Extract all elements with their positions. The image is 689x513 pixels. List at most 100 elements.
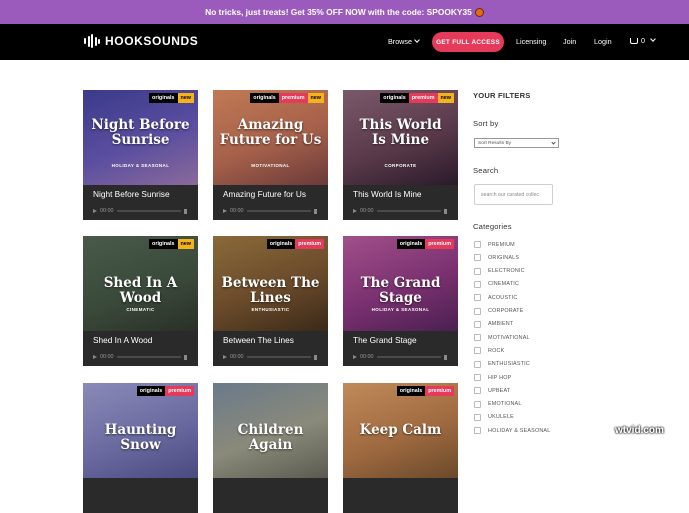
category-checkbox[interactable]: HOLIDAY & SEASONAL — [474, 427, 550, 435]
checkbox-icon[interactable] — [474, 294, 481, 302]
time-display: 00:00 — [360, 354, 374, 360]
track-artwork[interactable]: originals premium Between The Lines ENTHUSI… — [213, 236, 328, 331]
category-checkbox[interactable]: ROCK — [474, 347, 504, 355]
category-checkbox[interactable]: ENTHUSIASTIC — [474, 360, 530, 368]
checkbox-icon[interactable] — [474, 334, 481, 342]
play-icon[interactable] — [93, 355, 97, 359]
track-card[interactable]: originals premium Keep Calm — [343, 383, 458, 513]
play-icon[interactable] — [353, 209, 357, 213]
checkbox-icon[interactable] — [474, 387, 481, 395]
volume-icon[interactable] — [444, 208, 447, 214]
category-label: HIP HOP — [488, 374, 512, 381]
progress-bar[interactable] — [246, 356, 311, 358]
artwork-title: Between The Lines — [221, 275, 320, 306]
category-checkbox[interactable]: CORPORATE — [474, 307, 524, 315]
track-card[interactable]: originals premium Between The Lines ENTHUSI… — [213, 236, 328, 366]
play-icon[interactable] — [93, 209, 97, 213]
progress-bar[interactable] — [116, 210, 181, 212]
volume-icon[interactable] — [184, 354, 187, 360]
audio-player: 00:00 — [353, 207, 447, 215]
play-icon[interactable] — [223, 355, 227, 359]
track-artwork[interactable]: originals premium new Amazing Future for Us… — [213, 90, 328, 185]
get-full-access-button[interactable]: GET FULL ACCESS — [432, 32, 504, 52]
play-icon[interactable] — [223, 209, 227, 213]
progress-bar[interactable] — [116, 356, 181, 358]
track-name[interactable]: This World Is Mine — [353, 189, 422, 199]
checkbox-icon[interactable] — [474, 427, 481, 435]
track-artwork[interactable]: originals premium Haunting Snow — [83, 383, 198, 478]
checkbox-icon[interactable] — [474, 280, 481, 288]
logo[interactable]: HOOKSOUNDS — [84, 34, 198, 48]
category-checkbox[interactable]: CINEMATIC — [474, 280, 519, 288]
checkbox-icon[interactable] — [474, 267, 481, 275]
time-display: 00:00 — [360, 208, 374, 214]
track-name[interactable]: Amazing Future for Us — [223, 189, 306, 199]
checkbox-icon[interactable] — [474, 400, 481, 408]
category-checkbox[interactable]: EMOTIONAL — [474, 400, 522, 408]
artwork-genre: CINEMATIC — [126, 307, 155, 312]
track-card[interactable]: originals premium The Grand Stage HOLIDAY &… — [343, 236, 458, 366]
checkbox-icon[interactable] — [474, 374, 481, 381]
track-artwork[interactable]: originals premium The Grand Stage HOLIDAY &… — [343, 236, 458, 331]
artwork-genre: HOLIDAY & SEASONAL — [111, 163, 170, 168]
track-card[interactable]: originals premium new This World Is Mine COR… — [343, 90, 458, 220]
volume-icon[interactable] — [184, 208, 187, 214]
join-link[interactable]: Join — [563, 37, 576, 46]
category-checkbox[interactable]: ELECTRONIC — [474, 267, 525, 275]
track-artwork[interactable]: originals premium Keep Calm — [343, 383, 458, 478]
progress-bar[interactable] — [376, 210, 441, 212]
category-checkbox[interactable]: ACOUSTIC — [474, 294, 517, 302]
originals-badge: originals — [266, 239, 296, 249]
track-card[interactable]: originals premium new Amazing Future for Us… — [213, 90, 328, 220]
track-card[interactable]: originals new Shed In A Wood CINEMATIC Shed … — [83, 236, 198, 366]
category-checkbox[interactable]: ORIGINALS — [474, 254, 519, 262]
search-input[interactable]: search our curated collec — [474, 184, 553, 205]
category-checkbox[interactable]: HIP HOP — [474, 374, 511, 381]
checkbox-icon[interactable] — [474, 320, 481, 328]
category-checkbox[interactable]: AMBIENT — [474, 320, 513, 328]
premium-badge: premium — [408, 93, 438, 103]
login-link[interactable]: Login — [594, 37, 612, 46]
checkbox-icon[interactable] — [474, 413, 481, 421]
category-checkbox[interactable]: MOTIVATIONAL — [474, 334, 530, 342]
track-card[interactable]: originals premium Haunting Snow — [83, 383, 198, 513]
category-label: UKULELE — [488, 414, 514, 421]
progress-bar[interactable] — [246, 210, 311, 212]
track-artwork[interactable]: Children Again — [213, 383, 328, 478]
category-checkbox[interactable]: UPBEAT — [474, 387, 510, 395]
progress-bar[interactable] — [376, 356, 441, 358]
checkbox-icon[interactable] — [474, 360, 481, 368]
track-card[interactable]: Children Again — [213, 383, 328, 513]
sort-label: Sort by — [473, 119, 499, 128]
category-checkbox[interactable]: UKULELE — [474, 413, 514, 421]
checkbox-icon[interactable] — [474, 241, 481, 248]
track-name[interactable]: Shed In A Wood — [93, 335, 152, 345]
browse-label: Browse — [388, 37, 412, 46]
checkbox-icon[interactable] — [474, 254, 481, 262]
checkbox-icon[interactable] — [474, 347, 481, 355]
time-display: 00:00 — [230, 208, 244, 214]
track-card[interactable]: originals new Night Before Sunrise HOLIDAY … — [83, 90, 198, 220]
track-name[interactable]: The Grand Stage — [353, 335, 417, 345]
play-icon[interactable] — [353, 355, 357, 359]
browse-menu[interactable]: Browse — [388, 37, 420, 46]
track-name[interactable]: Between The Lines — [223, 335, 294, 345]
volume-icon[interactable] — [314, 354, 317, 360]
volume-icon[interactable] — [444, 354, 447, 360]
jack-o-lantern-icon — [474, 7, 484, 17]
originals-badge: originals — [136, 386, 166, 396]
checkbox-icon[interactable] — [474, 307, 481, 315]
track-artwork[interactable]: originals new Shed In A Wood CINEMATIC — [83, 236, 198, 331]
cart-button[interactable]: 0 — [630, 35, 656, 45]
track-artwork[interactable]: originals new Night Before Sunrise HOLIDAY … — [83, 90, 198, 185]
track-name[interactable]: Night Before Sunrise — [93, 189, 170, 199]
volume-icon[interactable] — [314, 208, 317, 214]
track-artwork[interactable]: originals premium new This World Is Mine COR… — [343, 90, 458, 185]
originals-badge: originals — [149, 239, 178, 249]
sort-select[interactable]: Sort Results By — [474, 138, 559, 148]
artwork-genre: MOTIVATIONAL — [251, 163, 290, 168]
filters-heading: YOUR FILTERS — [473, 91, 531, 100]
artwork-title: The Grand Stage — [360, 275, 441, 306]
category-checkbox[interactable]: PREMIUM — [474, 241, 515, 248]
licensing-link[interactable]: Licensing — [516, 37, 546, 46]
